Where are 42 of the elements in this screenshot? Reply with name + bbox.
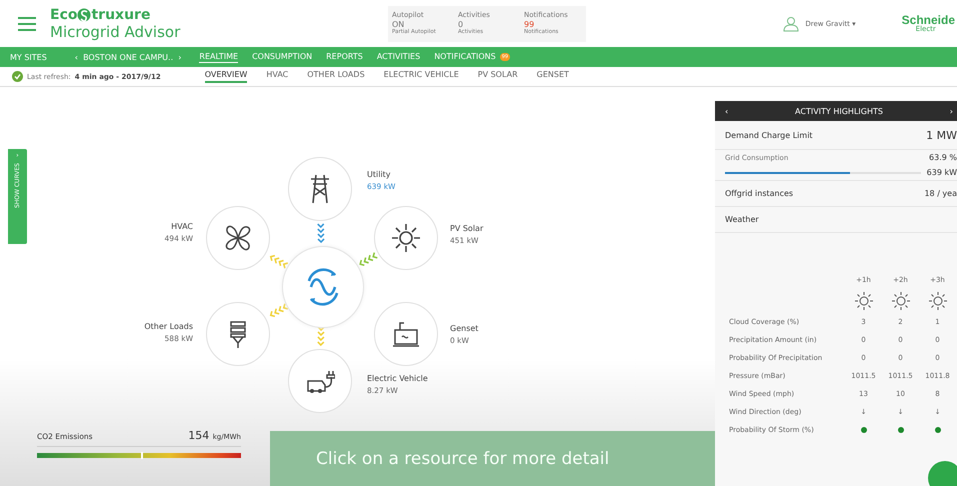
- resource-name: Electric Vehicle: [367, 373, 428, 385]
- menu-icon[interactable]: [18, 16, 36, 30]
- status-value: 0: [458, 20, 464, 29]
- view-tab[interactable]: GENSET: [536, 70, 569, 83]
- metric-label: Demand Charge Limit: [725, 130, 813, 140]
- status-dot: [860, 427, 866, 433]
- resource-name: Genset: [450, 323, 478, 335]
- resource-name: Utility: [367, 169, 392, 181]
- view-tab[interactable]: HVAC: [266, 70, 288, 83]
- logo-text: Eco: [50, 6, 78, 22]
- prev-button[interactable]: ‹: [725, 106, 728, 116]
- logo-icon: [77, 8, 92, 22]
- resource-name: HVAC: [171, 221, 193, 233]
- resource-name: Other Loads: [144, 321, 193, 333]
- sun-icon: [928, 292, 946, 310]
- view-tab[interactable]: ELECTRIC VEHICLE: [384, 70, 459, 83]
- resource-name: PV Solar: [450, 223, 484, 235]
- panel-title: ACTIVITY HIGHLIGHTS: [795, 106, 883, 116]
- fan-icon: [223, 223, 253, 253]
- metric-value: 1 MW: [926, 128, 957, 142]
- metric-value: 639 kW: [926, 168, 957, 177]
- metric-value: 18 / yea: [924, 189, 957, 198]
- next-button[interactable]: ›: [950, 106, 953, 116]
- sun-icon: [391, 223, 421, 253]
- app-subtitle: Microgrid Advisor: [50, 22, 182, 40]
- view-tab[interactable]: OTHER LOADS: [307, 70, 365, 83]
- view-tab[interactable]: OVERVIEW: [204, 70, 248, 83]
- hint-toast: Click on a resource for more detail: [270, 431, 718, 486]
- brand-logo: Schneide: [902, 14, 955, 26]
- view-tab[interactable]: PV SOLAR: [478, 70, 518, 83]
- metric-value: 63.9 %: [929, 153, 957, 162]
- status-value: 99: [524, 20, 534, 29]
- check-icon: [12, 71, 23, 82]
- generator-icon: [392, 320, 420, 348]
- section-label: Weather: [725, 215, 759, 224]
- logo-text: truxure: [91, 6, 150, 22]
- status-dot: [934, 427, 940, 433]
- metric-label: Offgrid instances: [725, 189, 794, 198]
- status-value: ON: [392, 20, 404, 29]
- sun-icon: [854, 292, 872, 310]
- status-dot: [898, 427, 904, 433]
- sun-icon: [892, 292, 910, 310]
